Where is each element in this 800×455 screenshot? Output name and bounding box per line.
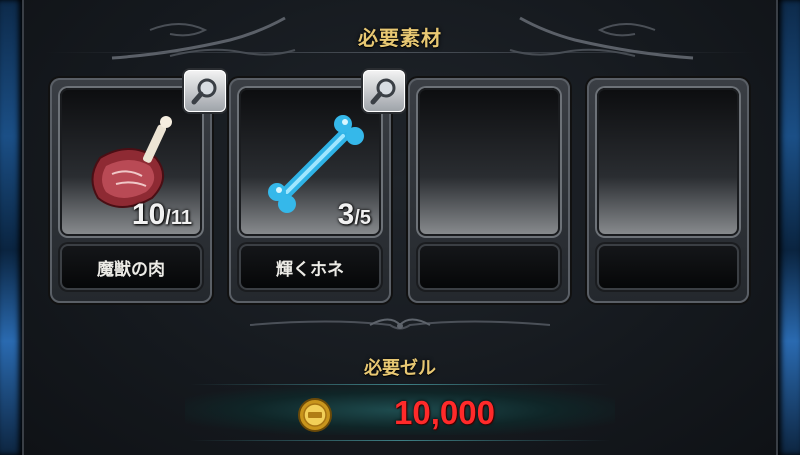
left-frame-border — [0, 0, 22, 455]
material-name — [597, 244, 739, 290]
material-slot-2[interactable]: 3/5 輝くホネ — [229, 70, 405, 303]
material-name — [418, 244, 560, 290]
required-zel-title: 必要ゼル — [364, 358, 436, 379]
material-slot-4-empty — [587, 78, 749, 303]
material-count: 3/5 — [337, 198, 371, 231]
material-name: 魔獣の肉 — [60, 244, 202, 290]
magnifier-button[interactable] — [184, 70, 226, 112]
magnifier-icon — [370, 78, 396, 105]
gold-coin-icon — [298, 398, 332, 432]
material-image-frame: 3/5 — [239, 88, 381, 236]
right-frame-border — [778, 0, 800, 455]
cost-bottom-line — [190, 440, 610, 441]
zel-cost-value: 10,000 — [394, 394, 495, 431]
material-name: 輝くホネ — [239, 244, 381, 290]
required-materials-title: 必要素材 — [358, 26, 442, 50]
magnifier-button[interactable] — [363, 70, 405, 112]
empty-image-frame — [418, 88, 560, 236]
material-image-frame: 10/11 — [60, 88, 202, 236]
middle-divider-ornament — [250, 318, 550, 330]
material-slot-1[interactable]: 10/11 魔獣の肉 — [50, 70, 226, 303]
magnifier-icon — [191, 78, 217, 105]
material-count: 10/11 — [131, 198, 192, 231]
empty-image-frame — [597, 88, 739, 236]
material-slot-3-empty — [408, 78, 570, 303]
title-divider — [45, 52, 755, 53]
